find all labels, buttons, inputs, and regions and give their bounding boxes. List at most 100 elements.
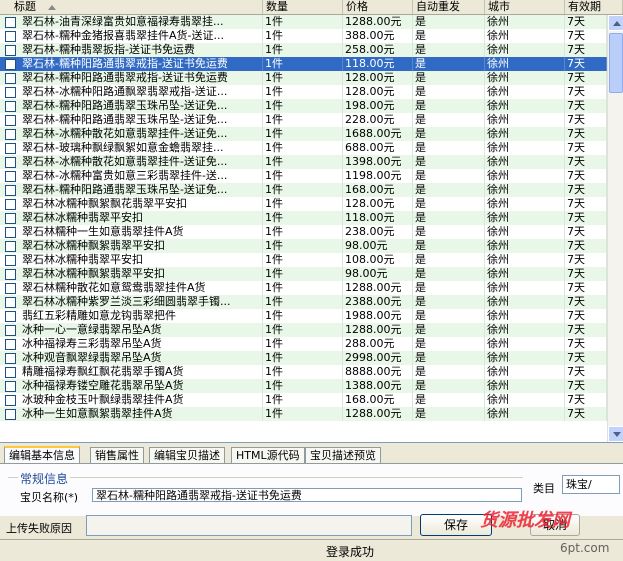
- cell-price: 2388.00元: [343, 295, 413, 309]
- row-checkbox[interactable]: [5, 143, 16, 154]
- table-row[interactable]: 翠石林-冰糯种阳路通飘翠翡翠戒指-送证... 1件 128.00元是徐州 7天: [0, 85, 607, 99]
- cell-auto-repost: 是: [413, 57, 485, 71]
- table-row[interactable]: 冰玻种金枝玉叶飘绿翡翠挂件A货 1件 168.00元是徐州 7天: [0, 393, 607, 407]
- cell-auto-repost: 是: [413, 323, 485, 337]
- column-header-title[interactable]: 标题: [0, 0, 263, 14]
- table-row[interactable]: 翠石林-冰糯种散花如意翡翠挂件-送证免... 1件 1398.00元是徐州 7天: [0, 155, 607, 169]
- column-header-qty[interactable]: 数量: [263, 0, 343, 14]
- cell-title: 翠石林-冰糯种富贵如意三彩翡翠挂件-送...: [20, 169, 263, 183]
- scroll-down-button[interactable]: [608, 426, 623, 442]
- tab-html-source[interactable]: HTML源代码: [231, 447, 305, 463]
- tab-sales-attributes[interactable]: 销售属性: [90, 447, 144, 463]
- category-label: 类目: [533, 482, 555, 495]
- table-row[interactable]: 翠石林-玻璃种飘绿飘絮如意金蟾翡翠挂... 1件 688.00元是徐州 7天: [0, 141, 607, 155]
- row-checkbox[interactable]: [5, 73, 16, 84]
- column-header-auto-repost[interactable]: 自动重发: [413, 0, 485, 14]
- cell-city: 徐州: [485, 127, 565, 141]
- cell-quantity: 1件: [263, 295, 343, 309]
- table-row[interactable]: 翡红五彩精雕如意龙钩翡翠把件 1件 1988.00元是徐州 7天: [0, 309, 607, 323]
- row-checkbox[interactable]: [5, 367, 16, 378]
- cell-title: 精雕福禄寿飘红飘花翡翠手镯A货: [20, 365, 263, 379]
- cell-quantity: 1件: [263, 29, 343, 43]
- row-checkbox[interactable]: [5, 353, 16, 364]
- table-row[interactable]: 翠石林冰糯种飘絮翡翠平安扣 1件 98.00元是徐州 7天: [0, 267, 607, 281]
- table-row[interactable]: 冰种观音飘翠绿翡翠吊坠A货 1件 2998.00元是徐州 7天: [0, 351, 607, 365]
- table-row[interactable]: 翠石林冰糯种翡翠平安扣 1件 108.00元是徐州 7天: [0, 253, 607, 267]
- vertical-scrollbar[interactable]: [607, 15, 623, 442]
- cell-price: 228.00元: [343, 113, 413, 127]
- row-checkbox[interactable]: [5, 87, 16, 98]
- editor-tabs: 编辑基本信息 销售属性 编辑宝贝描述 HTML源代码 宝贝描述预览: [0, 446, 623, 464]
- item-grid[interactable]: 标题 数量 价格 自动重发 城市 有效期 翠石林-油青深绿富贵如意福禄寿翡翠挂.…: [0, 0, 623, 443]
- category-field[interactable]: 珠宝/: [562, 475, 620, 494]
- cell-city: 徐州: [485, 309, 565, 323]
- row-checkbox[interactable]: [5, 283, 16, 294]
- row-checkbox[interactable]: [5, 381, 16, 392]
- row-checkbox[interactable]: [5, 325, 16, 336]
- cell-title: 翡红五彩精雕如意龙钩翡翠把件: [20, 309, 263, 323]
- column-header-validity[interactable]: 有效期: [565, 0, 623, 14]
- row-checkbox[interactable]: [5, 199, 16, 210]
- row-checkbox[interactable]: [5, 185, 16, 196]
- row-checkbox[interactable]: [5, 45, 16, 56]
- row-checkbox[interactable]: [5, 31, 16, 42]
- row-checkbox[interactable]: [5, 395, 16, 406]
- table-row[interactable]: 翠石林-糯种金猪报喜翡翠挂件A货-送证... 1件 388.00元是徐州 7天: [0, 29, 607, 43]
- row-checkbox[interactable]: [5, 171, 16, 182]
- tab-item-description[interactable]: 编辑宝贝描述: [149, 447, 225, 463]
- cell-validity: 7天: [565, 323, 607, 337]
- tab-basic-info[interactable]: 编辑基本信息: [4, 446, 80, 464]
- cell-validity: 7天: [565, 337, 607, 351]
- row-checkbox[interactable]: [5, 241, 16, 252]
- cell-price: 118.00元: [343, 211, 413, 225]
- table-row[interactable]: 翠石林-糯种翡翠扳指-送证书免运费 1件 258.00元是徐州 7天: [0, 43, 607, 57]
- upload-fail-reason-field[interactable]: [86, 515, 412, 536]
- item-name-field[interactable]: 翠石林-糯种阳路通翡翠戒指-送证书免运费: [92, 488, 522, 502]
- table-row[interactable]: 翠石林-糯种阳路通翡翠玉珠吊坠-送证免... 1件 228.00元是徐州 7天: [0, 113, 607, 127]
- table-row[interactable]: 翠石林冰糯种翡翠平安扣 1件 118.00元是徐州 7天: [0, 211, 607, 225]
- table-row[interactable]: 翠石林-糯种阳路通翡翠玉珠吊坠-送证免... 1件 198.00元是徐州 7天: [0, 99, 607, 113]
- row-checkbox[interactable]: [5, 409, 16, 420]
- column-header-price[interactable]: 价格: [343, 0, 413, 14]
- tab-description-preview[interactable]: 宝贝描述预览: [305, 447, 381, 463]
- row-checkbox[interactable]: [5, 255, 16, 266]
- table-row[interactable]: 翠石林糯种一生如意翡翠挂件A货 1件 238.00元是徐州 7天: [0, 225, 607, 239]
- cell-auto-repost: 是: [413, 113, 485, 127]
- table-row[interactable]: 冰种一心一意绿翡翠吊坠A货 1件 1288.00元是徐州 7天: [0, 323, 607, 337]
- cell-city: 徐州: [485, 379, 565, 393]
- cell-quantity: 1件: [263, 351, 343, 365]
- table-row[interactable]: 翠石林-冰糯种散花如意翡翠挂件-送证免... 1件 1688.00元是徐州 7天: [0, 127, 607, 141]
- row-checkbox[interactable]: [5, 311, 16, 322]
- table-row[interactable]: 冰种一生如意飘絮翡翠挂件A货 1件 1288.00元是徐州 7天: [0, 407, 607, 421]
- row-checkbox[interactable]: [5, 269, 16, 280]
- row-checkbox[interactable]: [5, 115, 16, 126]
- cell-quantity: 1件: [263, 15, 343, 29]
- cell-title: 翠石林冰糯种飘絮翡翠平安扣: [20, 267, 263, 281]
- scroll-thumb[interactable]: [609, 33, 623, 93]
- table-row[interactable]: 冰种福禄寿三彩翡翠吊坠A货 1件 288.00元是徐州 7天: [0, 337, 607, 351]
- table-row[interactable]: 翠石林-油青深绿富贵如意福禄寿翡翠挂... 1件 1288.00元是徐州 7天: [0, 15, 607, 29]
- table-row[interactable]: 翠石林-冰糯种富贵如意三彩翡翠挂件-送... 1件 1198.00元是徐州 7天: [0, 169, 607, 183]
- row-checkbox[interactable]: [5, 339, 16, 350]
- table-row[interactable]: 冰种福禄寿镂空雕花翡翠吊坠A货 1件 1388.00元是徐州 7天: [0, 379, 607, 393]
- table-row[interactable]: 翠石林冰糯种飘絮翡翠平安扣 1件 98.00元是徐州 7天: [0, 239, 607, 253]
- row-checkbox[interactable]: [5, 297, 16, 308]
- table-row[interactable]: 翠石林-糯种阳路通翡翠戒指-送证书免运费 1件 118.00元是徐州 7天: [0, 57, 607, 71]
- row-checkbox[interactable]: [5, 59, 16, 70]
- status-text: 登录成功: [325, 545, 374, 559]
- table-row[interactable]: 翠石林糯种散花如意鸳鸯翡翠挂件A货 1件 1288.00元是徐州 7天: [0, 281, 607, 295]
- table-row[interactable]: 翠石林冰糯种飘絮飘花翡翠平安扣 1件 128.00元是徐州 7天: [0, 197, 607, 211]
- cell-price: 1288.00元: [343, 281, 413, 295]
- table-row[interactable]: 翠石林-糯种阳路通翡翠戒指-送证书免运费 1件 128.00元是徐州 7天: [0, 71, 607, 85]
- table-row[interactable]: 翠石林-糯种阳路通翡翠玉珠吊坠-送证免... 1件 168.00元是徐州 7天: [0, 183, 607, 197]
- row-checkbox[interactable]: [5, 227, 16, 238]
- table-row[interactable]: 翠石林冰糯种紫罗兰淡三彩细圆翡翠手镯... 1件 2388.00元是徐州 7天: [0, 295, 607, 309]
- row-checkbox[interactable]: [5, 17, 16, 28]
- table-row[interactable]: 精雕福禄寿飘红飘花翡翠手镯A货 1件 8888.00元是徐州 7天: [0, 365, 607, 379]
- column-header-city[interactable]: 城市: [485, 0, 565, 14]
- row-checkbox[interactable]: [5, 129, 16, 140]
- scroll-up-button[interactable]: [608, 15, 623, 31]
- row-checkbox[interactable]: [5, 157, 16, 168]
- row-checkbox[interactable]: [5, 213, 16, 224]
- row-checkbox[interactable]: [5, 101, 16, 112]
